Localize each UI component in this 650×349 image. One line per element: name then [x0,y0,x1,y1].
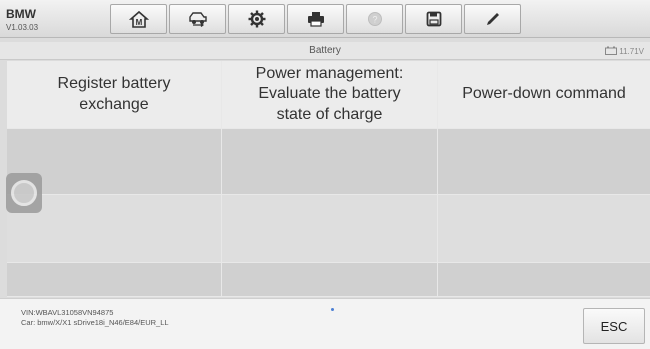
assistive-touch-button[interactable] [6,173,42,213]
vin-text: VIN:WBAVL31058VN94875 [21,308,114,317]
brand-name: BMW [6,7,36,21]
table-row [7,263,650,297]
menu-evaluate-battery-state[interactable]: Power management: Evaluate the battery s… [222,61,438,128]
print-button[interactable] [287,4,344,34]
svg-text:?: ? [372,15,377,25]
settings-button[interactable] [228,4,285,34]
menu-item-label: Power-down command [462,85,626,103]
table-cell [222,129,438,194]
pen-icon [484,10,502,28]
table-row [7,129,650,195]
brand: BMW V1.03.03 [6,6,38,32]
table-row [7,195,650,263]
table-cell [7,263,222,296]
vehicle-swap-button[interactable] [169,4,226,34]
top-toolbar: BMW V1.03.03 M ? [0,0,650,38]
battery-icon [605,46,618,57]
help-icon: ? [367,11,383,27]
table-cell [438,195,650,262]
save-button[interactable] [405,4,462,34]
vehicle-info: VIN:WBAVL31058VN94875 Car: bmw/X/X1 sDri… [21,308,169,328]
page-indicator-dot [331,308,334,311]
gear-icon [248,10,266,28]
table-cell [222,263,438,296]
home-button[interactable]: M [110,4,167,34]
car-swap-icon [187,11,209,27]
menu-power-down-command[interactable]: Power-down command [438,61,650,128]
function-menu: Register battery exchange Power manageme… [7,61,650,297]
car-text: Car: bmw/X/X1 sDrive18i_N46/E84/EUR_LL [21,317,169,327]
battery-voltage: 11.71V [605,46,644,57]
app-version: V1.03.03 [6,23,39,32]
page-title: Battery [309,45,341,56]
table-cell [222,195,438,262]
help-button[interactable]: ? [346,4,403,34]
voltage-value: 11.71V [619,47,644,56]
svg-text:M: M [135,18,142,27]
save-icon [426,11,442,27]
menu-item-label: Register battery exchange [57,75,171,113]
footer-bar: VIN:WBAVL31058VN94875 Car: bmw/X/X1 sDri… [0,298,650,349]
table-cell [438,129,650,194]
menu-item-label: Power management: Evaluate the battery s… [255,64,404,123]
home-icon: M [128,10,149,28]
assistive-touch-icon [11,180,37,206]
table-cell [438,263,650,296]
menu-register-battery-exchange[interactable]: Register battery exchange [7,61,222,128]
printer-icon [306,11,326,27]
esc-button[interactable]: ESC [583,308,645,344]
menu-header-row: Register battery exchange Power manageme… [7,61,650,129]
notes-button[interactable] [464,4,521,34]
status-bar: Battery 11.71V [0,42,650,60]
